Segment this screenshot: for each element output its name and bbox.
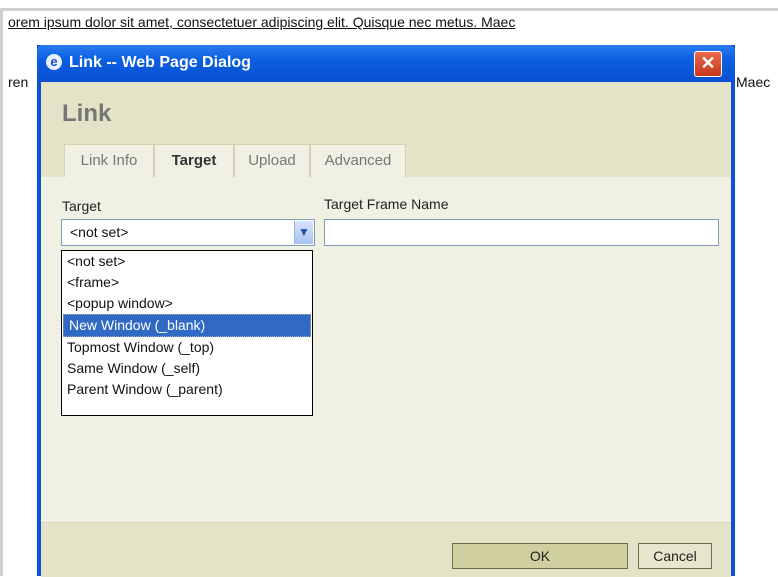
ie-icon: e [46,54,62,70]
tab-target[interactable]: Target [154,144,234,178]
target-label: Target [62,198,101,214]
tab-upload[interactable]: Upload [234,144,310,177]
dialog-heading: Link [62,100,112,127]
option-new-window[interactable]: New Window (_blank) [63,314,311,337]
link-dialog: e Link -- Web Page Dialog ✕ Link Link In… [37,45,735,577]
tab-advanced[interactable]: Advanced [310,144,406,177]
ok-button[interactable]: OK [452,543,628,569]
target-select[interactable]: <not set> ▼ [61,219,315,246]
target-tab-panel: Target Target Frame Name <not set> ▼ <no… [41,177,731,557]
editor-frame-top [0,8,778,11]
dialog-client-area: Link Link Info Target Upload Advanced Ta… [41,82,731,577]
target-select-value: <not set> [70,224,129,240]
option-not-set[interactable]: <not set> [62,251,312,272]
dialog-footer: OK Cancel [41,522,731,577]
target-dropdown-list[interactable]: <not set> <frame> <popup window> New Win… [61,250,313,416]
chevron-down-icon[interactable]: ▼ [294,221,313,244]
option-popup-window[interactable]: <popup window> [62,293,312,314]
close-button[interactable]: ✕ [694,51,722,77]
frame-name-label: Target Frame Name [324,196,449,212]
editor-text-line-1: orem ipsum dolor sit amet, consectetuer … [8,14,516,30]
editor-frame-left [0,8,3,576]
tab-link-info[interactable]: Link Info [64,144,154,177]
option-parent-window[interactable]: Parent Window (_parent) [62,379,312,400]
option-topmost-window[interactable]: Topmost Window (_top) [62,337,312,358]
frame-name-input[interactable] [324,219,719,246]
option-same-window[interactable]: Same Window (_self) [62,358,312,379]
dialog-titlebar[interactable]: e Link -- Web Page Dialog ✕ [37,45,735,82]
dialog-title: Link -- Web Page Dialog [69,54,251,71]
editor-text-line-2-left: ren [8,74,29,90]
cancel-button[interactable]: Cancel [638,543,712,569]
option-frame[interactable]: <frame> [62,272,312,293]
editor-text-line-2-right: Maec [736,74,771,90]
